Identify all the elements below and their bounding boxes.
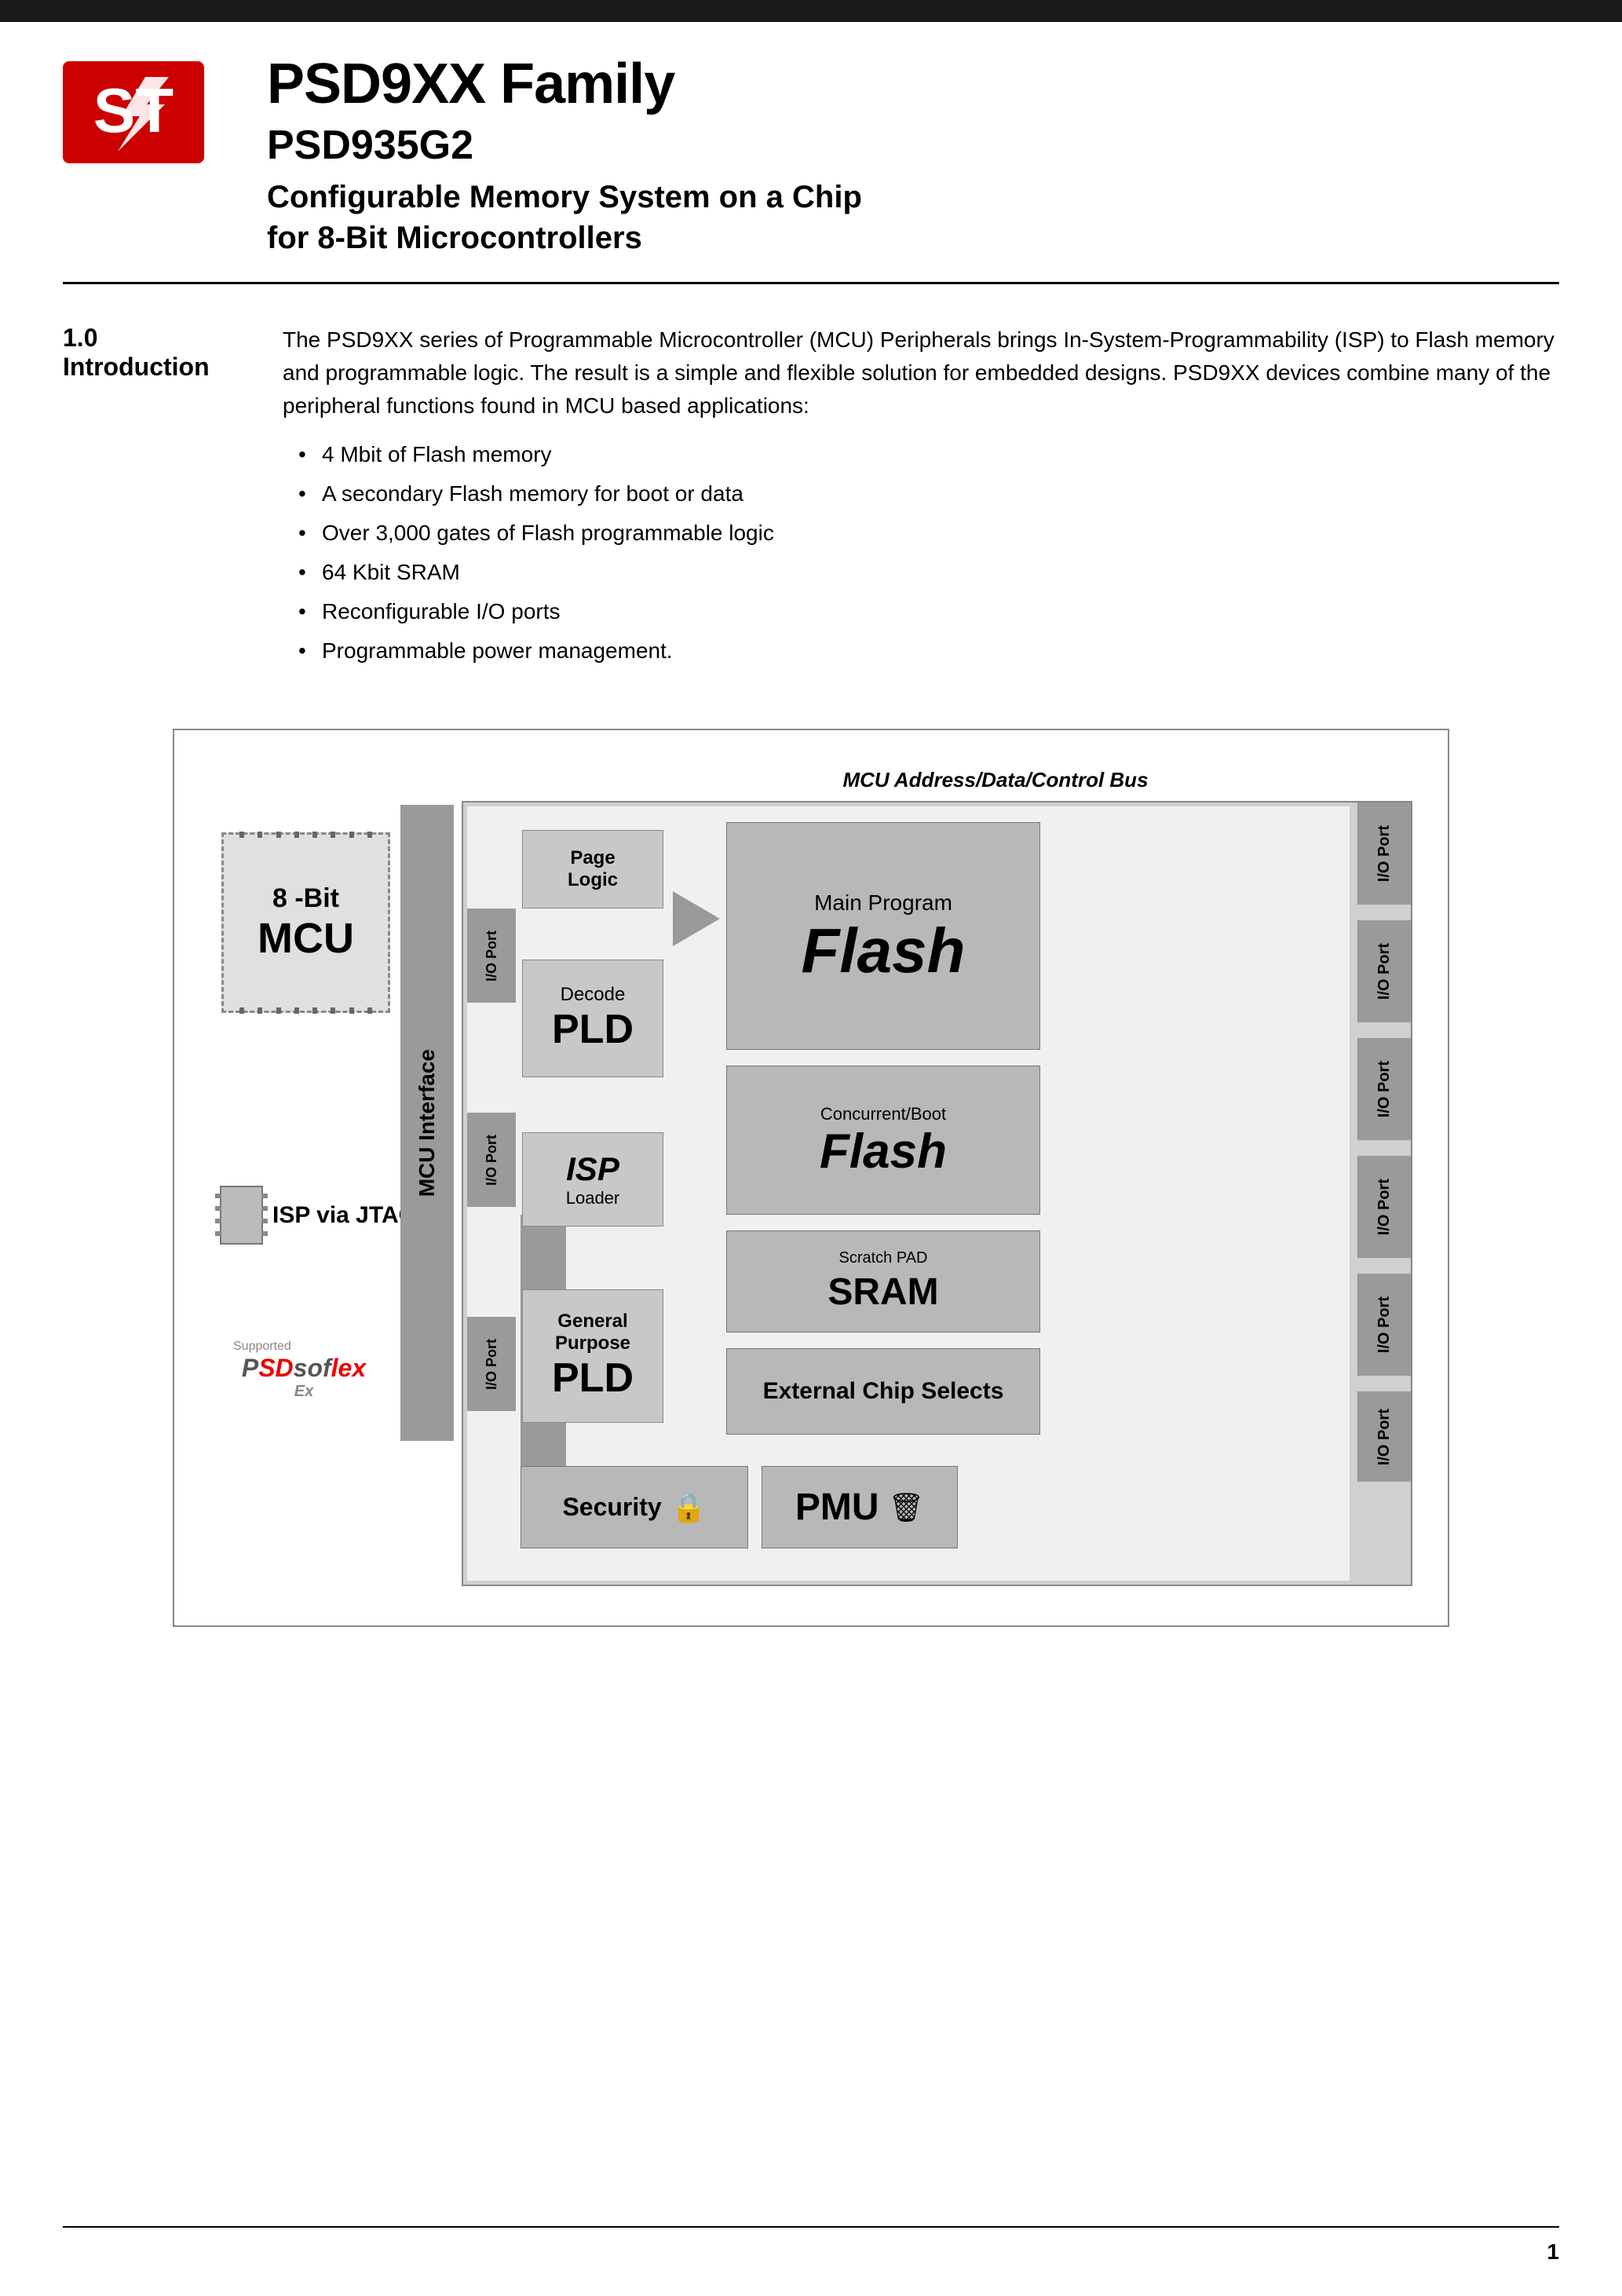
main-diagram-area: I/O Port I/O Port I/O Port I/O Port I/O … bbox=[462, 801, 1412, 1586]
bullet-item-3: Over 3,000 gates of Flash programmable l… bbox=[298, 517, 1559, 550]
mcu-bus-label: MCU Address/Data/Control Bus bbox=[645, 768, 1346, 792]
intro-paragraph: The PSD9XX series of Programmable Microc… bbox=[283, 324, 1559, 422]
bullet-item-4: 64 Kbit SRAM bbox=[298, 556, 1559, 589]
gp-line2: Purpose bbox=[555, 1333, 630, 1355]
concurrent-boot-flash-block: Concurrent/Boot Flash bbox=[726, 1066, 1040, 1215]
bullet-item-1: 4 Mbit of Flash memory bbox=[298, 438, 1559, 471]
ext-chip-selects-block: External Chip Selects bbox=[726, 1348, 1040, 1435]
io-port-l2-label: I/O Port bbox=[484, 1135, 500, 1186]
block-diagram-wrapper: MCU Address/Data/Control Bus 8 -Bit MCU bbox=[173, 729, 1449, 1627]
io-port-left-3: I/O Port bbox=[467, 1317, 516, 1411]
loader-label: Loader bbox=[566, 1188, 620, 1208]
io-port-right-5: I/O Port bbox=[1357, 1274, 1411, 1376]
mcu-interface-label: MCU Interface bbox=[415, 1049, 440, 1197]
io-port-r4-label: I/O Port bbox=[1375, 1179, 1394, 1235]
page-logic-block: Page Logic bbox=[522, 830, 663, 909]
header-bar bbox=[0, 0, 1622, 22]
sram-label: SRAM bbox=[827, 1270, 938, 1314]
flash-large-label: Flash bbox=[802, 919, 966, 982]
mcu-8bit-label: 8 -Bit bbox=[272, 883, 339, 914]
io-port-right-4: I/O Port bbox=[1357, 1156, 1411, 1258]
title-area: PSD9XX Family PSD935G2 Configurable Memo… bbox=[267, 53, 1559, 258]
io-port-r1-label: I/O Port bbox=[1375, 825, 1394, 882]
flash-medium-label: Flash bbox=[820, 1128, 947, 1176]
io-port-r3-label: I/O Port bbox=[1375, 1061, 1394, 1117]
gp-pld-label: PLD bbox=[552, 1355, 634, 1402]
io-port-right-1: I/O Port bbox=[1357, 803, 1411, 905]
pmu-icon: 🗑 bbox=[888, 1491, 924, 1524]
inner-content-area: I/O Port I/O Port I/O Port PLD Input Bus… bbox=[467, 806, 1350, 1581]
intro-section: 1.0 Introduction The PSD9XX series of Pr… bbox=[0, 284, 1622, 713]
scratch-pad-label: Scratch PAD bbox=[839, 1249, 928, 1267]
main-program-label: Main Program bbox=[814, 890, 952, 916]
logo-area: ST bbox=[63, 61, 220, 167]
pmu-label: PMU bbox=[795, 1486, 879, 1529]
bullet-list: 4 Mbit of Flash memory A secondary Flash… bbox=[283, 438, 1559, 667]
psd-logo-text: PSDsoflex bbox=[242, 1354, 366, 1383]
header-content: ST PSD9XX Family PSD935G2 Configurable M… bbox=[0, 22, 1622, 282]
io-port-r6-label: I/O Port bbox=[1375, 1409, 1394, 1465]
product-description: Configurable Memory System on a Chipfor … bbox=[267, 177, 1559, 258]
bullet-item-2: A secondary Flash memory for boot or dat… bbox=[298, 477, 1559, 510]
sram-block: Scratch PAD SRAM bbox=[726, 1230, 1040, 1333]
io-port-r2-label: I/O Port bbox=[1375, 943, 1394, 1000]
io-port-right-2: I/O Port bbox=[1357, 920, 1411, 1022]
gp-pld-block: General Purpose PLD bbox=[522, 1289, 663, 1423]
intro-label: 1.0 Introduction bbox=[63, 324, 236, 674]
bullet-item-5: Reconfigurable I/O ports bbox=[298, 595, 1559, 628]
footer: 1 bbox=[63, 2226, 1559, 2265]
gp-line1: General bbox=[557, 1311, 627, 1333]
security-block: Security 🔒 bbox=[521, 1466, 748, 1548]
io-port-right-3: I/O Port bbox=[1357, 1038, 1411, 1140]
block-diagram: MCU Address/Data/Control Bus 8 -Bit MCU bbox=[206, 762, 1416, 1594]
pmu-block: PMU 🗑 bbox=[762, 1466, 958, 1548]
st-logo: ST bbox=[63, 61, 204, 163]
mcu-interface-block: MCU Interface bbox=[400, 805, 454, 1441]
isp-italic-label: ISP bbox=[566, 1150, 619, 1188]
decode-label: Decode bbox=[561, 984, 626, 1006]
product-model: PSD935G2 bbox=[267, 122, 1559, 169]
lock-icon: 🔒 bbox=[671, 1491, 707, 1524]
io-port-l3-label: I/O Port bbox=[484, 1339, 500, 1390]
pld-large-label: PLD bbox=[552, 1006, 634, 1053]
io-port-right-6: I/O Port bbox=[1357, 1391, 1411, 1482]
concurrent-label: Concurrent/Boot bbox=[820, 1104, 946, 1124]
psd-logo-area: Supported PSDsoflex Ex bbox=[217, 1327, 390, 1413]
page-number: 1 bbox=[1547, 2239, 1559, 2265]
mcu-block: 8 -Bit MCU bbox=[221, 832, 390, 1013]
io-port-r5-label: I/O Port bbox=[1375, 1296, 1394, 1353]
ext-chip-selects-label: External Chip Selects bbox=[763, 1378, 1004, 1405]
decode-pld-block: Decode PLD bbox=[522, 960, 663, 1077]
intro-content: The PSD9XX series of Programmable Microc… bbox=[283, 324, 1559, 674]
section-number: 1.0 bbox=[63, 324, 236, 353]
isp-loader-block: ISP Loader bbox=[522, 1132, 663, 1227]
arrow-to-main-flash bbox=[673, 891, 720, 946]
supported-label: Supported bbox=[233, 1340, 291, 1354]
page-logic-line1: Page bbox=[570, 847, 615, 869]
main-program-flash-block: Main Program Flash bbox=[726, 822, 1040, 1050]
page-logic-line2: Logic bbox=[568, 869, 618, 891]
section-title: Introduction bbox=[63, 353, 236, 382]
io-port-left-2: I/O Port bbox=[467, 1113, 516, 1207]
io-port-l1-label: I/O Port bbox=[484, 930, 500, 982]
security-label: Security bbox=[562, 1493, 661, 1522]
isp-jtag-area: ISP via JTAG bbox=[220, 1186, 417, 1245]
isp-jtag-label: ISP via JTAG bbox=[272, 1202, 417, 1229]
bullet-item-6: Programmable power management. bbox=[298, 634, 1559, 667]
mcu-label: MCU bbox=[258, 914, 354, 963]
io-port-left-1: I/O Port bbox=[467, 909, 516, 1003]
product-family: PSD9XX Family bbox=[267, 53, 1559, 115]
